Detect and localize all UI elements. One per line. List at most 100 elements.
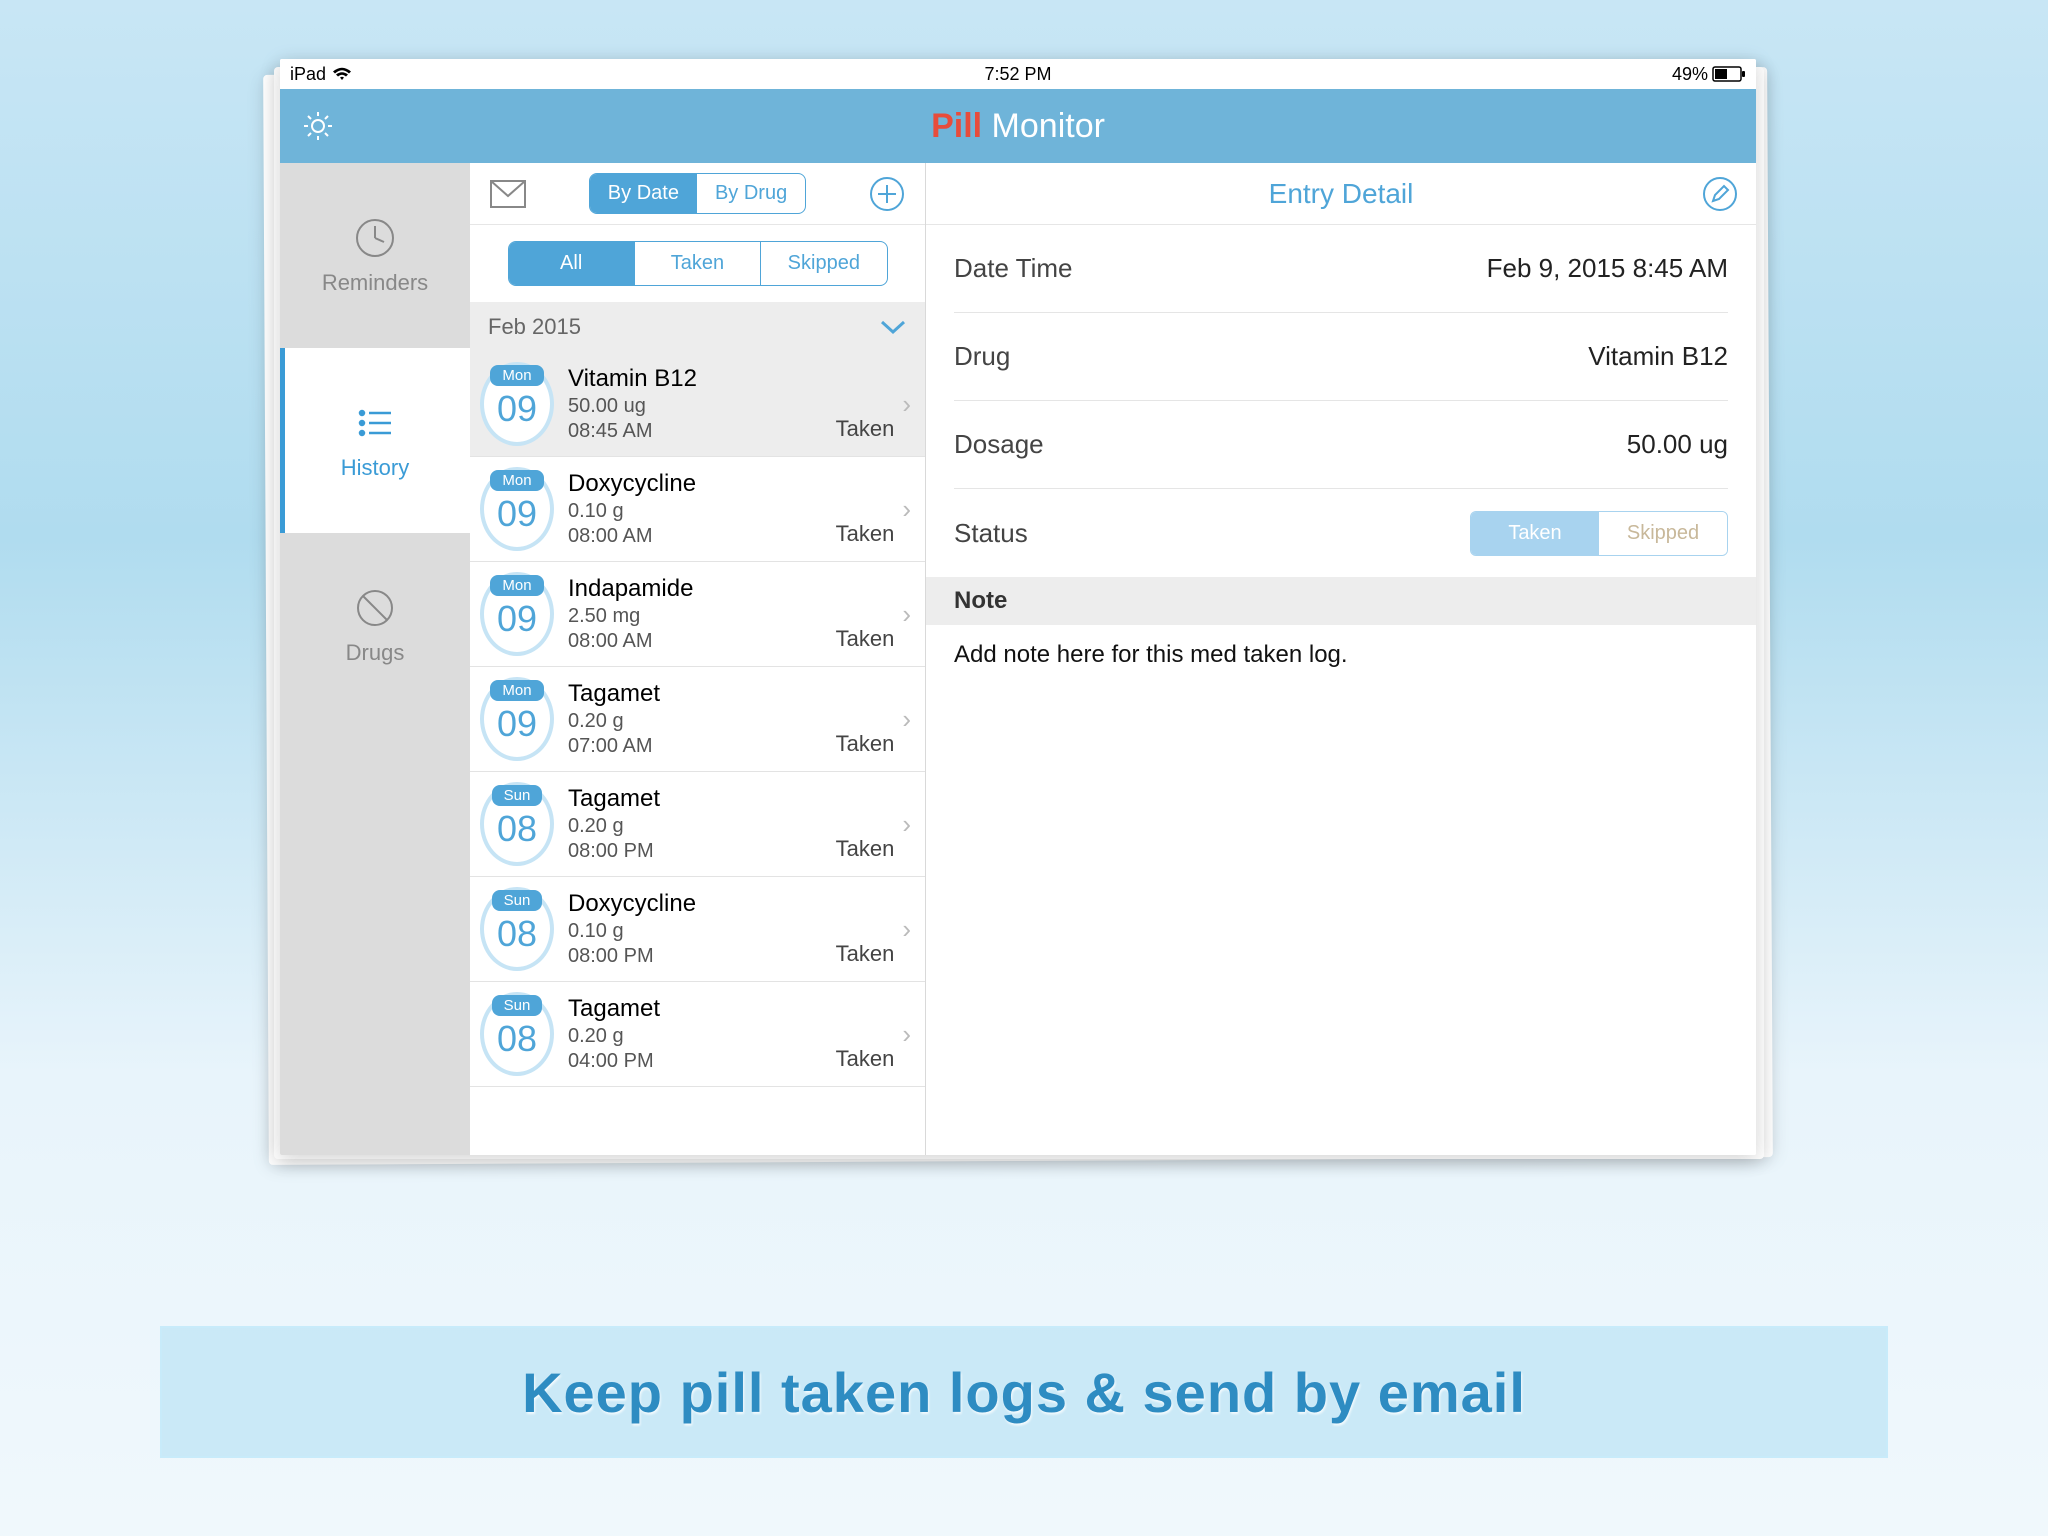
- day-of-week: Mon: [490, 470, 543, 491]
- entry-row[interactable]: Mon09Vitamin B1250.00 ug08:45 AMTaken ›: [470, 352, 925, 457]
- row-key: Date Time: [954, 253, 1073, 284]
- chevron-down-icon: [879, 318, 907, 336]
- day-of-week: Mon: [490, 680, 543, 701]
- entry-time: 08:00 AM: [568, 525, 836, 548]
- status-segment: Taken Skipped: [1470, 511, 1728, 556]
- entry-status: Taken: [836, 1046, 895, 1072]
- entry-status: Taken: [836, 416, 895, 442]
- entry-row[interactable]: Mon09Indapamide2.50 mg08:00 AMTaken›: [470, 562, 925, 667]
- date-badge: Mon09: [480, 572, 554, 656]
- entry-row[interactable]: Mon09Tagamet0.20 g07:00 AMTaken›: [470, 667, 925, 772]
- edit-button[interactable]: [1700, 174, 1740, 214]
- chevron-right-icon: ›: [902, 389, 911, 420]
- day-of-week: Sun: [492, 995, 543, 1016]
- app-window: iPad 7:52 PM 49% Pill Monitor Reminders: [280, 59, 1756, 1155]
- status-taken[interactable]: Taken: [1471, 512, 1599, 555]
- history-list-column: By Date By Drug All Taken Skipped Feb: [470, 163, 926, 1155]
- nav-reminders[interactable]: Reminders: [280, 163, 470, 348]
- detail-header: Entry Detail: [926, 163, 1756, 225]
- nav-label: Drugs: [346, 640, 405, 666]
- row-key: Dosage: [954, 429, 1044, 460]
- add-entry-button[interactable]: [867, 174, 907, 214]
- day-number: 08: [497, 913, 537, 955]
- day-number: 08: [497, 1018, 537, 1060]
- drug-name: Doxycycline: [568, 890, 836, 918]
- note-text[interactable]: Add note here for this med taken log.: [926, 625, 1756, 685]
- entry-text: Tagamet0.20 g08:00 PM: [568, 785, 836, 863]
- sort-by-drug[interactable]: By Drug: [697, 174, 805, 213]
- settings-button[interactable]: [296, 104, 340, 148]
- app-title-pill: Pill: [931, 107, 982, 145]
- entry-time: 04:00 PM: [568, 1050, 836, 1073]
- chevron-right-icon: ›: [902, 494, 911, 525]
- entries-list[interactable]: Mon09Vitamin B1250.00 ug08:45 AMTaken›Mo…: [470, 352, 925, 1155]
- nav-drugs[interactable]: Drugs: [280, 533, 470, 718]
- month-label: Feb 2015: [488, 314, 581, 340]
- entry-time: 07:00 AM: [568, 735, 836, 758]
- row-value: 50.00 ug: [1627, 429, 1728, 460]
- sort-by-date[interactable]: By Date: [590, 174, 697, 213]
- drug-dose: 0.10 g: [568, 500, 836, 523]
- detail-status-row: Status Taken Skipped: [954, 489, 1728, 577]
- ios-status-bar: iPad 7:52 PM 49%: [280, 59, 1756, 89]
- drug-dose: 0.20 g: [568, 1025, 836, 1048]
- entry-row[interactable]: Sun08Tagamet0.20 g08:00 PMTaken›: [470, 772, 925, 877]
- entry-text: Doxycycline0.10 g08:00 AM: [568, 470, 836, 548]
- date-badge: Sun08: [480, 992, 554, 1076]
- app-window-stack: iPad 7:52 PM 49% Pill Monitor Reminders: [280, 59, 1756, 1155]
- day-of-week: Mon: [490, 365, 543, 386]
- entry-text: Doxycycline0.10 g08:00 PM: [568, 890, 836, 968]
- nav-history[interactable]: History: [280, 348, 470, 533]
- drug-dose: 0.10 g: [568, 920, 836, 943]
- entry-text: Tagamet0.20 g04:00 PM: [568, 995, 836, 1073]
- date-badge: Mon09: [480, 362, 554, 446]
- note-heading: Note: [926, 577, 1756, 625]
- list-icon: [353, 401, 397, 445]
- day-of-week: Sun: [492, 890, 543, 911]
- envelope-icon: [490, 180, 526, 208]
- sort-segment: By Date By Drug: [589, 173, 806, 214]
- pencil-circle-icon: [1702, 176, 1738, 212]
- device-label: iPad: [290, 64, 326, 85]
- filter-all[interactable]: All: [509, 242, 635, 285]
- date-badge: Sun08: [480, 782, 554, 866]
- detail-column: Entry Detail Date Time Feb 9, 2015 8:45 …: [926, 163, 1756, 1155]
- entry-status: Taken: [836, 521, 895, 547]
- entry-row[interactable]: Sun08Doxycycline0.10 g08:00 PMTaken›: [470, 877, 925, 982]
- email-button[interactable]: [488, 174, 528, 214]
- entry-time: 08:00 AM: [568, 630, 836, 653]
- drug-name: Doxycycline: [568, 470, 836, 498]
- drug-name: Vitamin B12: [568, 365, 836, 393]
- day-number: 09: [497, 703, 537, 745]
- entry-row[interactable]: Sun08Tagamet0.20 g04:00 PMTaken›: [470, 982, 925, 1087]
- filter-skipped[interactable]: Skipped: [761, 242, 886, 285]
- entry-time: 08:00 PM: [568, 840, 836, 863]
- row-key: Status: [954, 518, 1028, 549]
- date-badge: Mon09: [480, 677, 554, 761]
- day-of-week: Mon: [490, 575, 543, 596]
- clock: 7:52 PM: [775, 64, 1260, 85]
- status-skipped[interactable]: Skipped: [1599, 512, 1727, 555]
- chevron-right-icon: ›: [902, 914, 911, 945]
- entry-time: 08:00 PM: [568, 945, 836, 968]
- filter-taken[interactable]: Taken: [635, 242, 761, 285]
- drug-dose: 2.50 mg: [568, 605, 836, 628]
- row-value: Vitamin B12: [1588, 341, 1728, 372]
- detail-body: Date Time Feb 9, 2015 8:45 AM Drug Vitam…: [926, 225, 1756, 577]
- entry-time: 08:45 AM: [568, 420, 836, 443]
- entry-text: Vitamin B1250.00 ug08:45 AM: [568, 365, 836, 443]
- date-badge: Sun08: [480, 887, 554, 971]
- row-key: Drug: [954, 341, 1010, 372]
- month-header[interactable]: Feb 2015: [470, 302, 925, 352]
- date-badge: Mon09: [480, 467, 554, 551]
- drug-name: Tagamet: [568, 680, 836, 708]
- chevron-right-icon: ›: [902, 704, 911, 735]
- filter-segment: All Taken Skipped: [508, 241, 888, 286]
- day-number: 09: [497, 493, 537, 535]
- entry-row[interactable]: Mon09Doxycycline0.10 g08:00 AMTaken›: [470, 457, 925, 562]
- drug-dose: 0.20 g: [568, 815, 836, 838]
- entry-status: Taken: [836, 626, 895, 652]
- promo-caption: Keep pill taken logs & send by email: [160, 1326, 1888, 1458]
- clock-icon: [353, 216, 397, 260]
- gear-icon: [300, 108, 336, 144]
